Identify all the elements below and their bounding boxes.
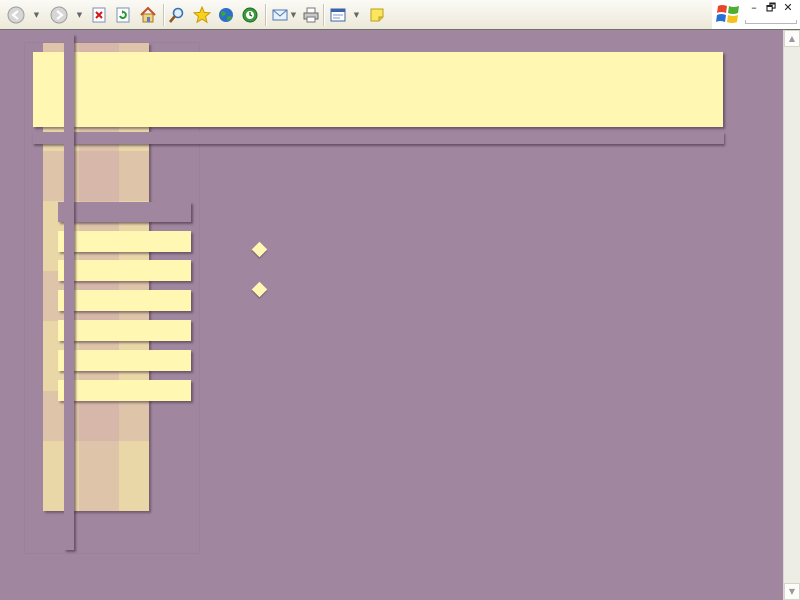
toolbar-separator <box>265 4 267 26</box>
mail-icon <box>272 9 288 21</box>
restore-button[interactable]: 🗗 <box>765 2 777 14</box>
progress-indicator <box>745 20 797 24</box>
stop-icon <box>92 7 106 23</box>
mail-button[interactable] <box>270 5 290 25</box>
sticky-note-icon <box>370 8 384 22</box>
toolbar-separator <box>163 4 165 26</box>
nav-item-3[interactable] <box>58 290 191 311</box>
back-button[interactable] <box>6 5 26 25</box>
header-banner <box>33 52 723 127</box>
scroll-down-button[interactable]: ▼ <box>784 583 800 600</box>
nav-item-1[interactable] <box>58 231 191 252</box>
minimize-button[interactable]: – <box>748 2 760 14</box>
vertical-accent-bar <box>64 34 74 550</box>
page-content <box>0 30 783 600</box>
search-button[interactable] <box>167 5 187 25</box>
back-dropdown[interactable]: ▼ <box>33 11 40 19</box>
toolbar-separator <box>323 4 325 26</box>
printer-icon <box>303 7 319 23</box>
favorites-button[interactable] <box>192 5 212 25</box>
note-button[interactable] <box>367 5 387 25</box>
refresh-button[interactable] <box>113 5 133 25</box>
forward-dropdown[interactable]: ▼ <box>76 11 83 19</box>
stop-button[interactable] <box>89 5 109 25</box>
print-button[interactable] <box>301 5 321 25</box>
nav-item-5[interactable] <box>58 350 191 371</box>
nav-item-2[interactable] <box>58 260 191 281</box>
vertical-scrollbar[interactable]: ▲ ▼ <box>783 30 800 600</box>
edit-page-icon <box>330 8 346 22</box>
history-icon <box>242 7 258 23</box>
forward-arrow-icon <box>50 6 68 24</box>
mail-dropdown[interactable]: ▼ <box>290 11 297 19</box>
nav-item-6[interactable] <box>58 380 191 401</box>
windows-logo-icon <box>716 2 742 26</box>
home-button[interactable] <box>138 5 158 25</box>
browser-toolbar: ▼ ▼ ▼ ▼ <box>0 0 712 30</box>
forward-button[interactable] <box>49 5 69 25</box>
bullet-icon <box>251 241 268 258</box>
star-icon <box>193 6 211 24</box>
edit-button[interactable] <box>328 5 348 25</box>
bullet-icon <box>251 281 268 298</box>
scroll-up-button[interactable]: ▲ <box>784 30 800 47</box>
nav-item-4[interactable] <box>58 320 191 341</box>
globe-icon <box>219 8 233 22</box>
window-corner: – 🗗 ✕ <box>712 0 800 30</box>
home-icon <box>140 6 156 23</box>
edit-dropdown[interactable]: ▼ <box>353 11 360 19</box>
close-button[interactable]: ✕ <box>782 2 794 14</box>
search-icon <box>169 7 184 23</box>
back-arrow-icon <box>7 6 25 24</box>
nav-header-bar <box>58 202 191 222</box>
refresh-icon <box>116 7 130 23</box>
media-button[interactable] <box>216 5 236 25</box>
header-rule <box>33 132 724 144</box>
history-button[interactable] <box>240 5 260 25</box>
